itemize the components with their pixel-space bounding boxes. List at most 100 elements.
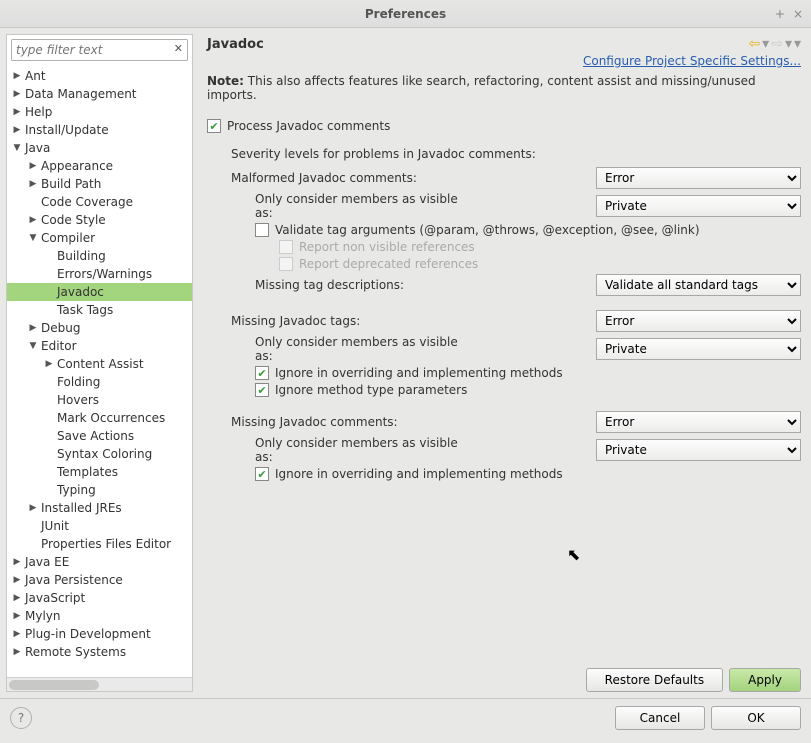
- tree-item-label: Editor: [39, 339, 77, 353]
- tree-item[interactable]: ▶Install/Update: [7, 121, 192, 139]
- configure-project-link[interactable]: Configure Project Specific Settings...: [583, 54, 801, 68]
- malformed-visibility-combo[interactable]: Private: [596, 195, 801, 217]
- tree-item[interactable]: Errors/Warnings: [7, 265, 192, 283]
- tree-item[interactable]: ▶JavaScript: [7, 589, 192, 607]
- tree-item[interactable]: Task Tags: [7, 301, 192, 319]
- chevron-down-icon[interactable]: ▼: [27, 233, 39, 243]
- ignore-override-comments-label: Ignore in overriding and implementing me…: [275, 467, 563, 481]
- chevron-right-icon[interactable]: ▶: [27, 323, 39, 333]
- chevron-right-icon[interactable]: ▶: [11, 593, 23, 603]
- ignore-override-comments-checkbox[interactable]: [255, 467, 269, 481]
- chevron-down-icon[interactable]: ▼: [11, 143, 23, 153]
- page-menu-icon[interactable]: ▾: [794, 36, 801, 52]
- tree-item-label: Properties Files Editor: [39, 537, 171, 551]
- validate-tag-args-checkbox[interactable]: [255, 223, 269, 237]
- tree-item-label: JavaScript: [23, 591, 85, 605]
- preferences-tree[interactable]: ▶Ant▶Data Management▶Help▶Install/Update…: [7, 65, 192, 677]
- tree-item[interactable]: Javadoc: [7, 283, 192, 301]
- tree-item[interactable]: ▶Appearance: [7, 157, 192, 175]
- chevron-right-icon[interactable]: ▶: [27, 503, 39, 513]
- chevron-right-icon[interactable]: ▶: [27, 215, 39, 225]
- tree-item[interactable]: ▶Ant: [7, 67, 192, 85]
- tree-item[interactable]: ▶Java Persistence: [7, 571, 192, 589]
- tree-item[interactable]: ▼Compiler: [7, 229, 192, 247]
- missing-tags-visibility-combo[interactable]: Private: [596, 338, 801, 360]
- malformed-combo[interactable]: Error: [596, 167, 801, 189]
- tree-item[interactable]: ▶Plug-in Development: [7, 625, 192, 643]
- chevron-right-icon[interactable]: ▶: [11, 575, 23, 585]
- footer: ? Cancel OK: [0, 698, 811, 736]
- tree-item[interactable]: ▶Java EE: [7, 553, 192, 571]
- missing-tag-desc-combo[interactable]: Validate all standard tags: [596, 274, 801, 296]
- missing-comments-visibility-combo[interactable]: Private: [596, 439, 801, 461]
- tree-item[interactable]: ▶Installed JREs: [7, 499, 192, 517]
- chevron-right-icon[interactable]: ▶: [11, 557, 23, 567]
- chevron-right-icon[interactable]: ▶: [11, 125, 23, 135]
- tree-item[interactable]: ▼Editor: [7, 337, 192, 355]
- page-title: Javadoc: [207, 37, 264, 52]
- tree-item-label: Compiler: [39, 231, 95, 245]
- ignore-override-tags-checkbox[interactable]: [255, 366, 269, 380]
- forward-menu-icon[interactable]: ▾: [785, 36, 792, 52]
- process-javadoc-label: Process Javadoc comments: [227, 119, 390, 133]
- tree-item-label: Syntax Coloring: [55, 447, 152, 461]
- minimize-icon[interactable]: +: [775, 7, 785, 21]
- tree-item[interactable]: ▶Remote Systems: [7, 643, 192, 661]
- missing-comments-combo[interactable]: Error: [596, 411, 801, 433]
- chevron-right-icon[interactable]: ▶: [27, 161, 39, 171]
- tree-item[interactable]: Templates: [7, 463, 192, 481]
- chevron-right-icon[interactable]: ▶: [11, 89, 23, 99]
- tree-item-label: Java: [23, 141, 50, 155]
- tree-item-label: Errors/Warnings: [55, 267, 152, 281]
- chevron-right-icon[interactable]: ▶: [11, 629, 23, 639]
- tree-item-label: Java EE: [23, 555, 69, 569]
- tree-item[interactable]: JUnit: [7, 517, 192, 535]
- help-icon[interactable]: ?: [10, 707, 32, 729]
- tree-item[interactable]: ▶Mylyn: [7, 607, 192, 625]
- process-javadoc-checkbox[interactable]: [207, 119, 221, 133]
- restore-defaults-button[interactable]: Restore Defaults: [586, 668, 723, 692]
- forward-icon: ⇨: [771, 36, 783, 52]
- tree-item[interactable]: Code Coverage: [7, 193, 192, 211]
- tree-item[interactable]: ▶Help: [7, 103, 192, 121]
- chevron-right-icon[interactable]: ▶: [11, 71, 23, 81]
- tree-item[interactable]: ▶Content Assist: [7, 355, 192, 373]
- tree-item[interactable]: Properties Files Editor: [7, 535, 192, 553]
- clear-filter-icon[interactable]: ✕: [174, 42, 183, 55]
- tree-item-label: Folding: [55, 375, 100, 389]
- validate-tag-args-label: Validate tag arguments (@param, @throws,…: [275, 223, 700, 237]
- tree-item[interactable]: Building: [7, 247, 192, 265]
- tree-item[interactable]: Typing: [7, 481, 192, 499]
- tree-item[interactable]: Syntax Coloring: [7, 445, 192, 463]
- tree-item[interactable]: ▼Java: [7, 139, 192, 157]
- tree-item-label: Javadoc: [55, 285, 104, 299]
- report-nonvisible-label: Report non visible references: [299, 240, 475, 254]
- apply-button[interactable]: Apply: [729, 668, 801, 692]
- tree-item-label: Java Persistence: [23, 573, 123, 587]
- tree-item[interactable]: ▶Data Management: [7, 85, 192, 103]
- tree-item[interactable]: Mark Occurrences: [7, 409, 192, 427]
- tree-item[interactable]: ▶Code Style: [7, 211, 192, 229]
- close-icon[interactable]: ×: [793, 7, 803, 21]
- horizontal-scrollbar[interactable]: [7, 677, 192, 691]
- tree-item[interactable]: Save Actions: [7, 427, 192, 445]
- chevron-right-icon[interactable]: ▶: [11, 107, 23, 117]
- chevron-right-icon[interactable]: ▶: [43, 359, 55, 369]
- chevron-right-icon[interactable]: ▶: [11, 647, 23, 657]
- chevron-down-icon[interactable]: ▼: [27, 341, 39, 351]
- chevron-right-icon[interactable]: ▶: [27, 179, 39, 189]
- chevron-right-icon[interactable]: ▶: [11, 611, 23, 621]
- tree-item[interactable]: Hovers: [7, 391, 192, 409]
- missing-tags-combo[interactable]: Error: [596, 310, 801, 332]
- ignore-type-params-checkbox[interactable]: [255, 383, 269, 397]
- note-text: Note: This also affects features like se…: [207, 74, 801, 102]
- tree-item[interactable]: Folding: [7, 373, 192, 391]
- filter-input[interactable]: [11, 39, 188, 61]
- back-menu-icon[interactable]: ▾: [762, 36, 769, 52]
- tree-item[interactable]: ▶Debug: [7, 319, 192, 337]
- ok-button[interactable]: OK: [711, 706, 801, 730]
- cancel-button[interactable]: Cancel: [615, 706, 705, 730]
- back-icon[interactable]: ⇦: [748, 36, 760, 52]
- tree-item[interactable]: ▶Build Path: [7, 175, 192, 193]
- content-pane: Javadoc ⇦ ▾ ⇨ ▾ ▾ Configure Project Spec…: [193, 28, 811, 698]
